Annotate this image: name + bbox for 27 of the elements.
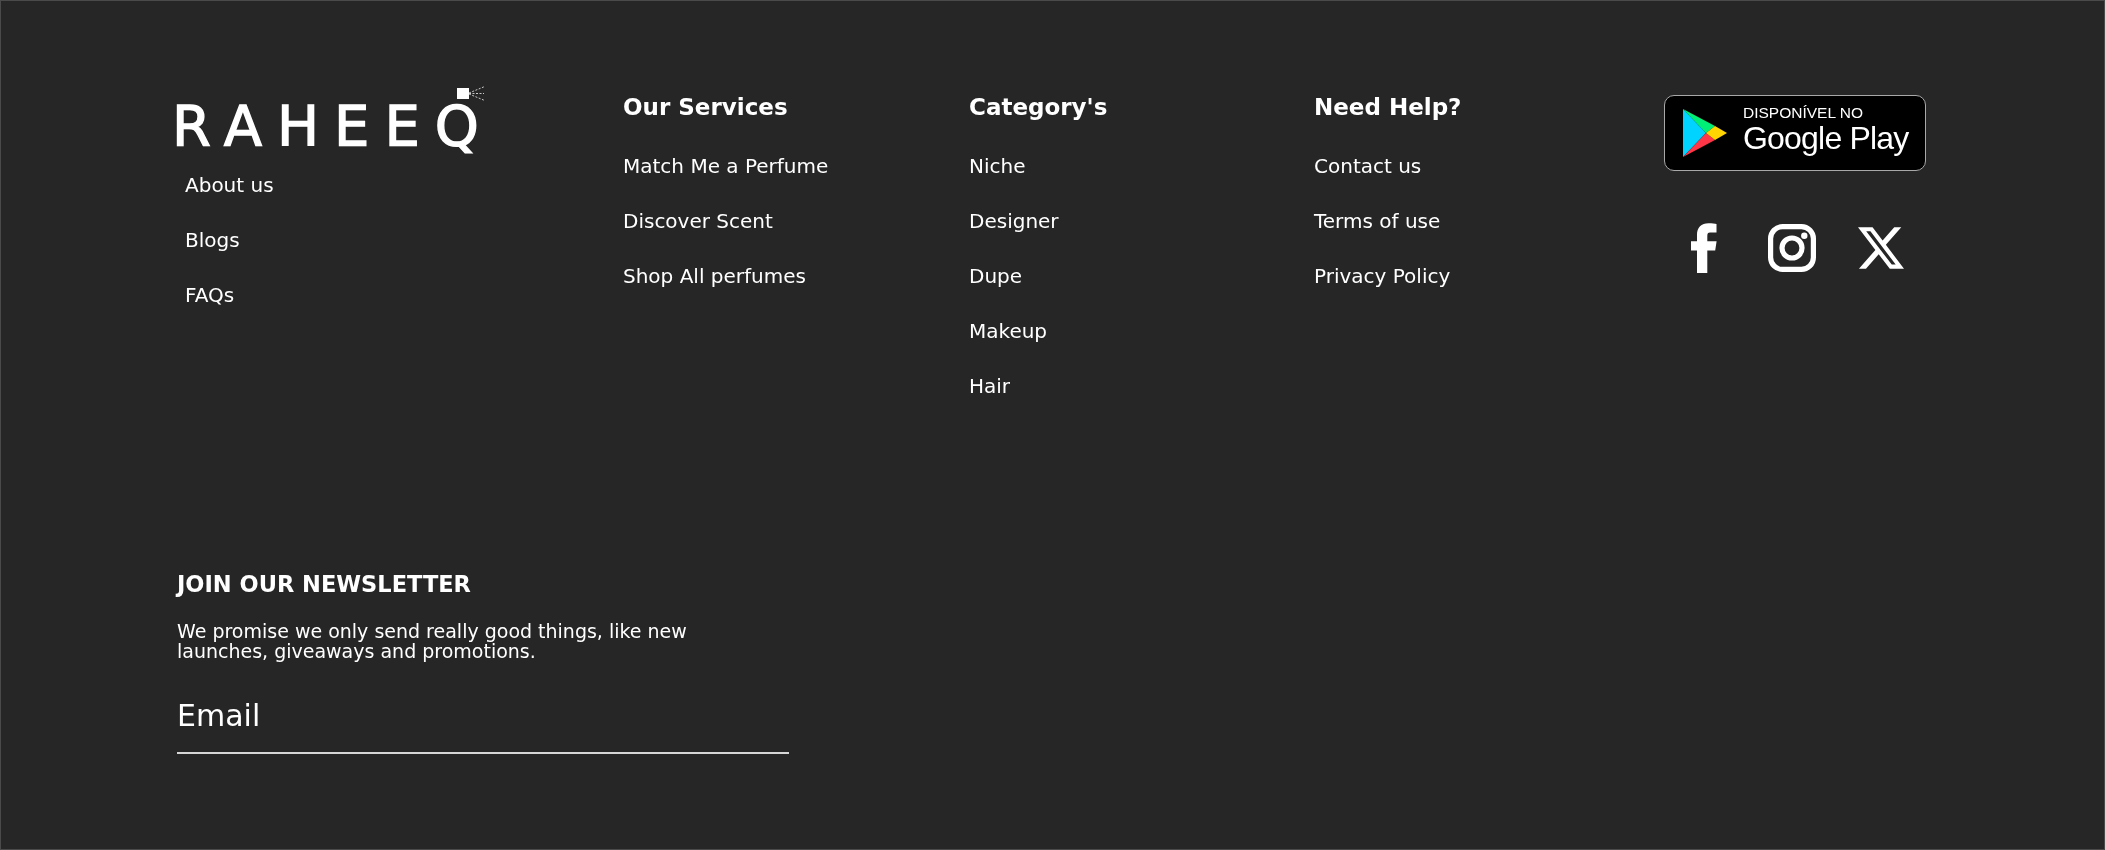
column-heading: Need Help? <box>1314 93 1462 122</box>
email-field[interactable]: Email <box>177 678 789 754</box>
footer-link[interactable]: Contact us <box>1314 154 1422 178</box>
google-play-badge[interactable]: DISPONÍVEL NO Google Play <box>1664 95 1926 171</box>
column-heading: Category's <box>969 93 1108 122</box>
footer-link[interactable]: Hair <box>969 374 1011 398</box>
logo-wordmark: RAHEEQ <box>172 101 494 151</box>
footer-link[interactable]: Privacy Policy <box>1314 264 1451 288</box>
play-triangle-icon <box>1682 108 1728 158</box>
footer-link[interactable]: Shop All perfumes <box>623 264 806 288</box>
footer-link[interactable]: Terms of use <box>1314 209 1441 233</box>
facebook-icon[interactable] <box>1691 223 1717 273</box>
newsletter-title: JOIN OUR NEWSLETTER <box>177 570 471 599</box>
footer-link[interactable]: Designer <box>969 209 1059 233</box>
footer-link[interactable]: Match Me a Perfume <box>623 154 829 178</box>
footer-link[interactable]: Niche <box>969 154 1026 178</box>
newsletter-description: We promise we only send really good things, like new launches, giveaways and promotions. <box>177 621 688 661</box>
footer-link[interactable]: Makeup <box>969 319 1048 343</box>
footer-link[interactable]: Discover Scent <box>623 209 773 233</box>
column-heading: Our Services <box>623 93 788 122</box>
instagram-icon[interactable] <box>1768 224 1816 272</box>
footer-link[interactable]: About us <box>185 173 274 197</box>
spray-nozzle-icon <box>457 86 484 101</box>
footer-link[interactable]: Dupe <box>969 264 1023 288</box>
footer-link[interactable]: Blogs <box>185 228 240 252</box>
footer-link[interactable]: FAQs <box>185 283 235 307</box>
x-logo-icon[interactable] <box>1858 227 1904 269</box>
